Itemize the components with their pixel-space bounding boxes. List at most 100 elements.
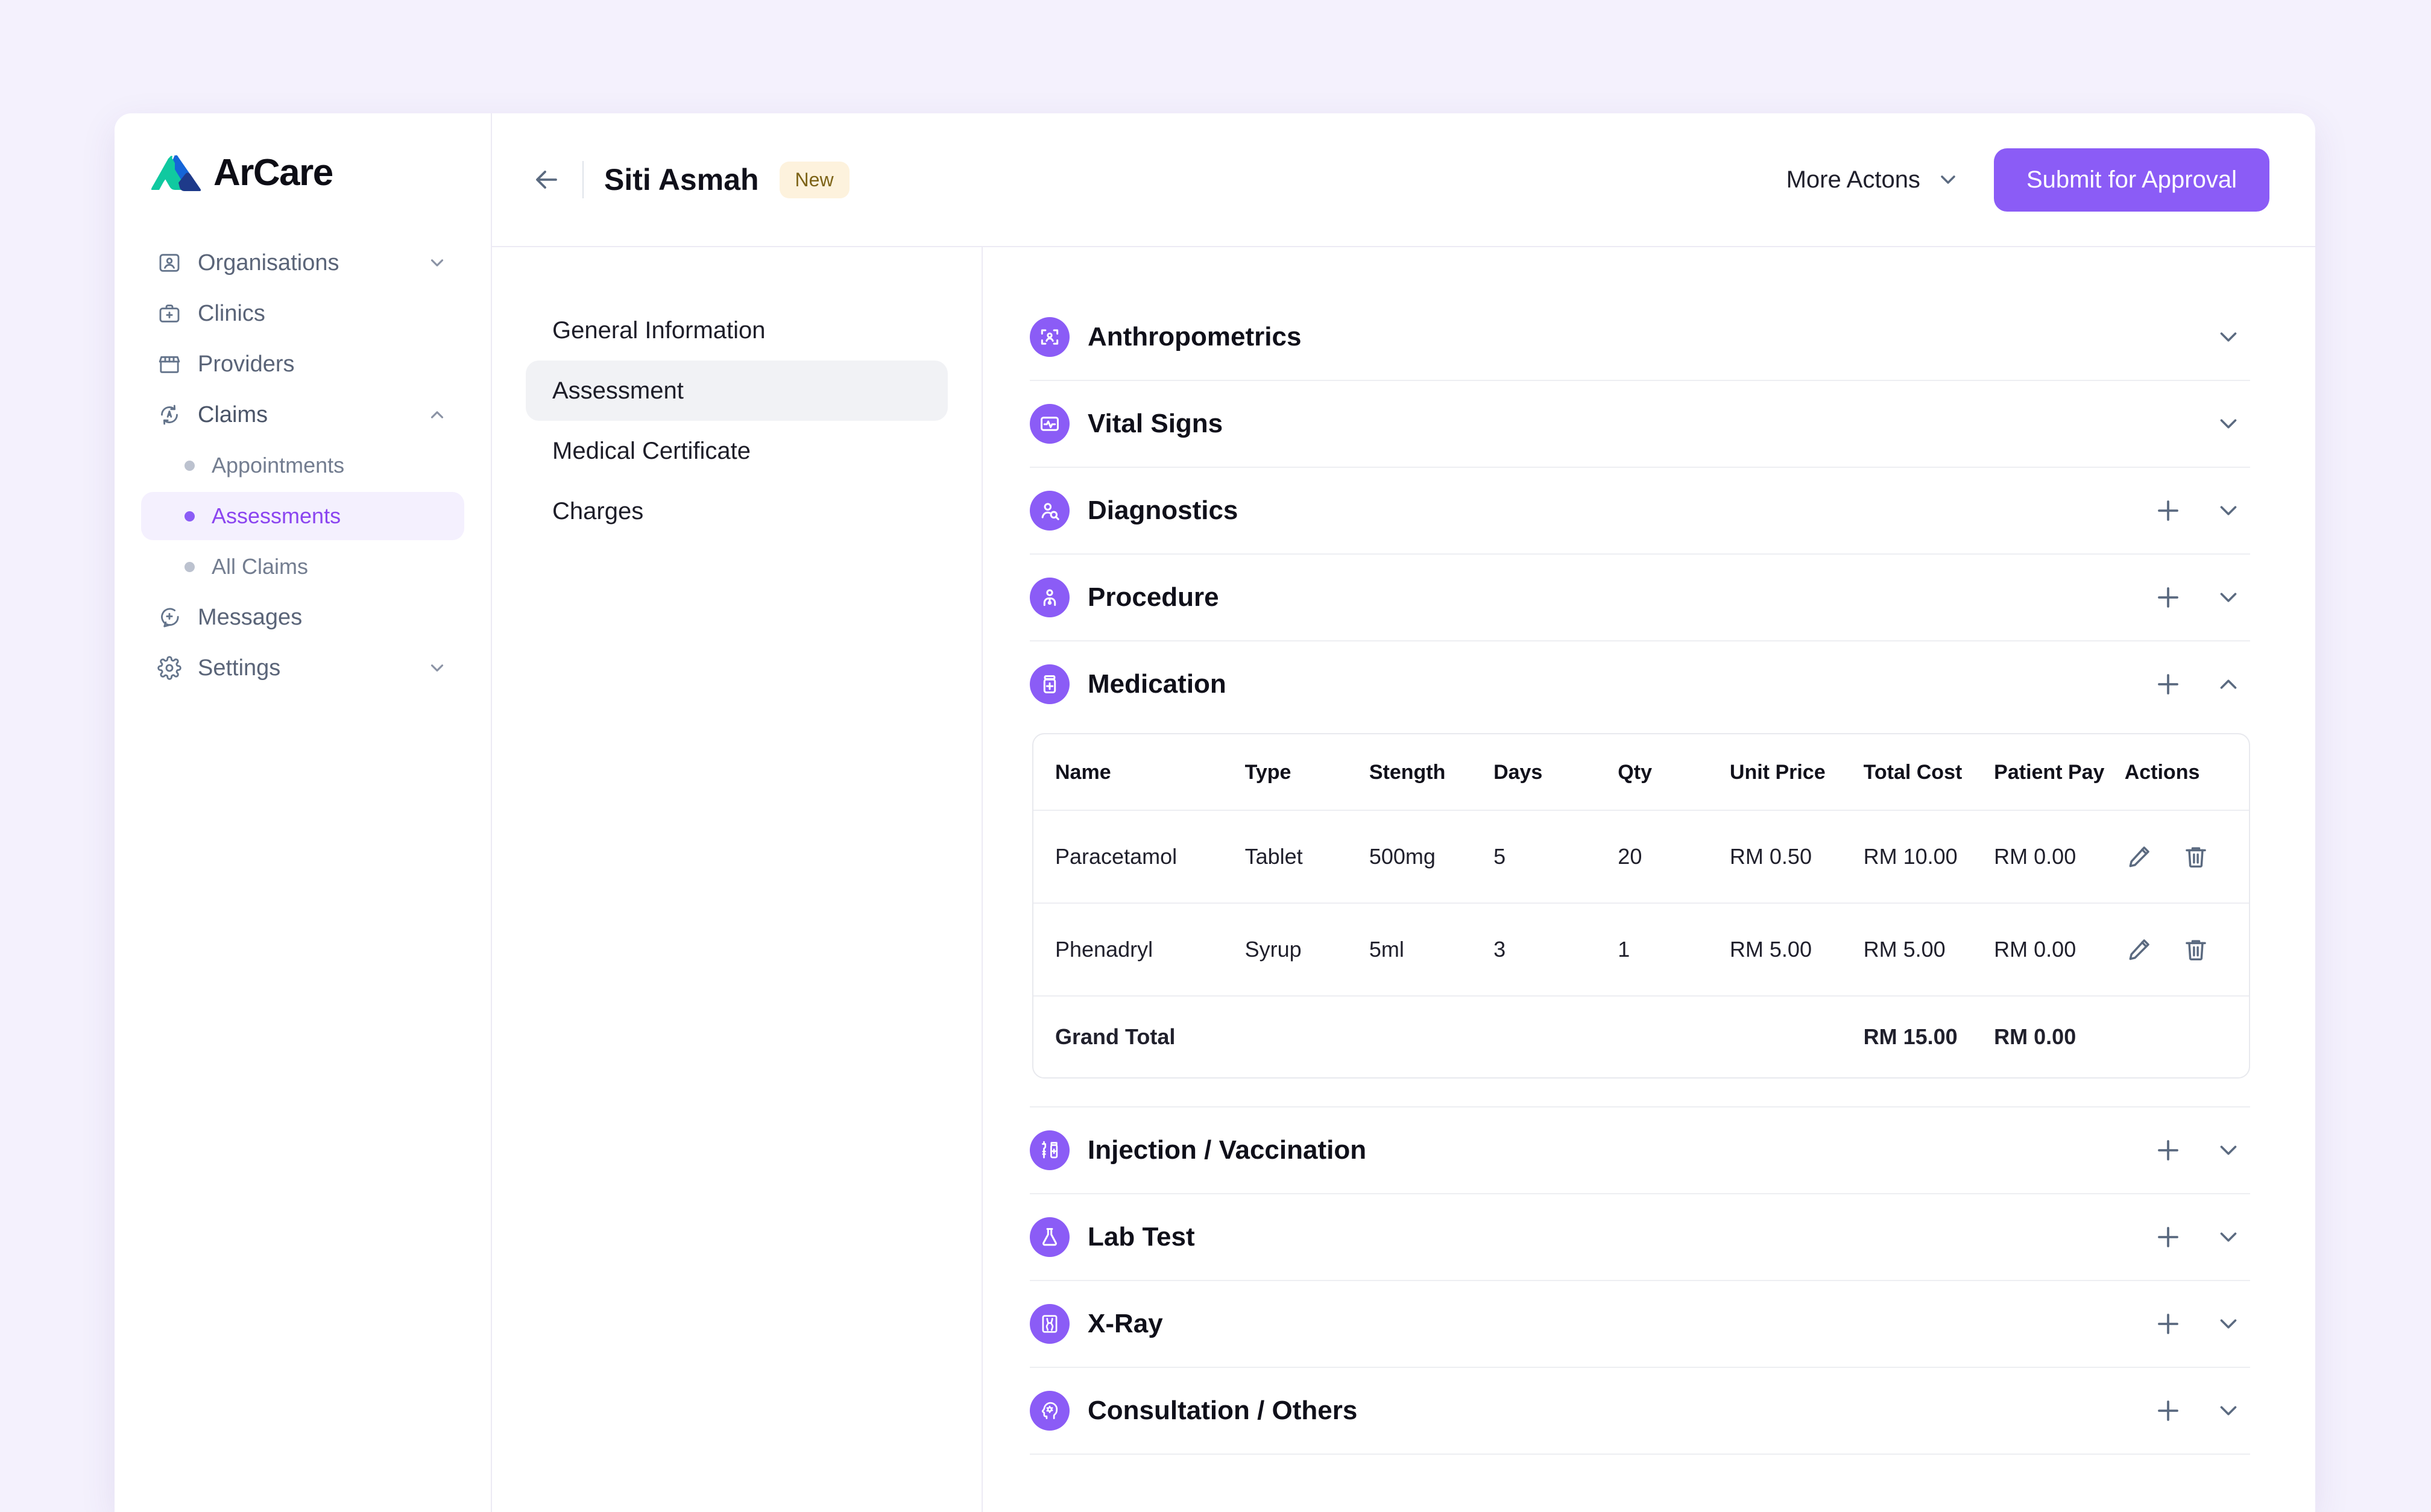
section-title-procedure: Procedure [1088,582,1219,612]
grand-total-cost: RM 15.00 [1863,1024,1958,1049]
table-row: Paracetamol Tablet 500mg 5 20 RM 0.50 RM… [1033,810,2249,904]
sidebar: ArCare Organisations Clinics Providers C… [115,113,492,1512]
empty-cell [1618,996,1730,1077]
doctor-icon [1030,578,1070,617]
section-diagnostics: Diagnostics [1030,468,2250,555]
section-header-lab-test[interactable]: Lab Test [1030,1194,2250,1280]
add-medication-button[interactable] [2146,663,2190,706]
arrow-left-icon[interactable] [528,161,566,198]
cell-strength: 5ml [1369,903,1494,997]
brand-name: ArCare [213,151,333,194]
sidebar-item-appointments[interactable]: Appointments [141,441,464,490]
chevron-down-icon[interactable] [2207,1129,2250,1172]
bullet-icon [184,511,195,521]
section-xray: X-Ray [1030,1281,2250,1368]
section-header-anthropometrics[interactable]: Anthropometrics [1030,294,2250,380]
brand-logo[interactable]: ArCare [141,113,464,232]
sidebar-item-providers[interactable]: Providers [141,340,464,388]
heartbeat-monitor-icon [1030,404,1070,444]
add-injection-button[interactable] [2146,1129,2190,1172]
bullet-icon [184,561,195,572]
chevron-up-icon[interactable] [2207,663,2250,706]
grand-total-patient-pay: RM 0.00 [1994,1024,2076,1049]
section-header-consultation-others[interactable]: Consultation / Others [1030,1368,2250,1454]
column-header-qty: Qty [1618,734,1730,811]
section-consultation-others: Consultation / Others [1030,1368,2250,1455]
section-title-xray: X-Ray [1088,1309,1163,1338]
sidebar-item-all-claims[interactable]: All Claims [141,543,464,591]
empty-cell [2125,996,2249,1077]
sidebar-item-settings[interactable]: Settings [141,644,464,692]
add-xray-button[interactable] [2146,1302,2190,1346]
cell-type: Syrup [1244,903,1369,997]
chevron-down-icon[interactable] [2207,315,2250,359]
sidebar-item-organisations[interactable]: Organisations [141,239,464,287]
cell-unit-price: RM 5.00 [1729,903,1864,997]
cell-qty: 1 [1618,903,1730,997]
pencil-icon[interactable] [2125,935,2154,964]
pencil-icon[interactable] [2125,842,2154,871]
cell-patient-pay: RM 0.00 [1994,903,2125,997]
trash-icon[interactable] [2181,842,2210,871]
assessment-sections: Anthropometrics Vital Signs Diagnostics … [983,247,2315,1512]
sidebar-label-assessments: Assessments [212,503,341,528]
subnav-item-assessment[interactable]: Assessment [526,361,948,421]
submit-for-approval-button[interactable]: Submit for Approval [1993,148,2269,212]
more-actions-label: More Actons [1786,166,1920,193]
status-badge: New [779,161,850,198]
sidebar-item-messages[interactable]: Messages [141,593,464,641]
section-header-injection-vaccination[interactable]: Injection / Vaccination [1030,1107,2250,1193]
section-header-vital-signs[interactable]: Vital Signs [1030,381,2250,467]
cell-type: Tablet [1244,810,1369,904]
column-header-type: Type [1244,734,1369,811]
add-lab-test-button[interactable] [2146,1215,2190,1259]
section-medication: Medication Name Type Stength Days Qty Un… [1030,641,2250,1107]
section-header-xray[interactable]: X-Ray [1030,1281,2250,1367]
cell-patient-pay: RM 0.00 [1994,810,2125,904]
section-title-vital-signs: Vital Signs [1088,409,1223,438]
sidebar-item-clinics[interactable]: Clinics [141,289,464,338]
chevron-down-icon[interactable] [2207,489,2250,532]
empty-cell [1493,996,1618,1077]
column-header-patient-pay: Patient Pay [1994,734,2125,811]
section-header-procedure[interactable]: Procedure [1030,555,2250,640]
chevron-down-icon[interactable] [2207,576,2250,619]
row-actions [2125,935,2249,964]
section-header-diagnostics[interactable]: Diagnostics [1030,468,2250,553]
cell-qty: 20 [1618,810,1730,904]
subnav-item-medical-certificate[interactable]: Medical Certificate [526,421,948,481]
cell-days: 3 [1493,903,1618,997]
section-header-medication[interactable]: Medication [1030,641,2250,727]
more-actions-dropdown[interactable]: More Actons [1786,166,1960,194]
sidebar-label-messages: Messages [198,604,303,630]
chevron-down-icon[interactable] [426,657,449,679]
chevron-down-icon[interactable] [426,251,449,274]
column-header-total-cost: Total Cost [1863,734,1994,811]
section-title-anthropometrics: Anthropometrics [1088,322,1302,351]
sidebar-label-appointments: Appointments [212,453,345,477]
chevron-down-icon[interactable] [2207,1215,2250,1259]
add-diagnostics-button[interactable] [2146,489,2190,532]
add-consultation-button[interactable] [2146,1389,2190,1432]
section-vital-signs: Vital Signs [1030,381,2250,468]
subnav-item-charges[interactable]: Charges [526,481,948,541]
table-row: Phenadryl Syrup 5ml 3 1 RM 5.00 RM 5.00 … [1033,903,2249,997]
section-title-lab-test: Lab Test [1088,1222,1195,1252]
column-header-name: Name [1033,734,1245,811]
cell-actions [2124,903,2249,997]
lab-flask-icon [1030,1217,1070,1257]
chevron-up-icon[interactable] [426,403,449,426]
subnav-item-general-information[interactable]: General Information [526,300,948,361]
cell-name: Phenadryl [1033,903,1245,997]
sidebar-item-assessments[interactable]: Assessments [141,492,464,540]
chevron-down-icon[interactable] [2207,1302,2250,1346]
xray-bone-icon [1030,1304,1070,1344]
cell-unit-price: RM 0.50 [1729,810,1864,904]
chevron-down-icon[interactable] [2207,402,2250,446]
chevron-down-icon [1936,168,1960,192]
cell-strength: 500mg [1369,810,1494,904]
add-procedure-button[interactable] [2146,576,2190,619]
chevron-down-icon[interactable] [2207,1389,2250,1432]
trash-icon[interactable] [2181,935,2210,964]
sidebar-item-claims[interactable]: Claims [141,391,464,439]
